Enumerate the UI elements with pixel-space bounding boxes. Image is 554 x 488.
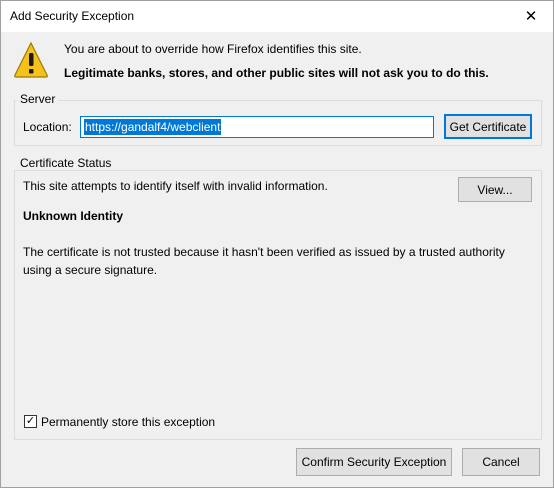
server-group-label: Server <box>17 92 59 106</box>
security-exception-dialog: Add Security Exception ✕ You are about t… <box>0 0 554 488</box>
close-button[interactable]: ✕ <box>509 1 553 31</box>
permanent-checkbox[interactable]: ✓ <box>24 415 37 428</box>
location-input[interactable]: https://gandalf4/webclient <box>80 116 434 138</box>
override-message: You are about to override how Firefox id… <box>64 42 362 56</box>
cancel-button[interactable]: Cancel <box>462 448 540 476</box>
location-label: Location: <box>23 120 72 134</box>
window-title: Add Security Exception <box>10 9 135 23</box>
permanent-checkbox-label[interactable]: Permanently store this exception <box>41 415 215 429</box>
check-icon: ✓ <box>25 415 36 427</box>
view-button[interactable]: View... <box>458 177 532 202</box>
get-certificate-button[interactable]: Get Certificate <box>444 114 532 139</box>
status-description: The certificate is not trusted because i… <box>23 245 505 277</box>
location-value: https://gandalf4/webclient <box>84 119 222 135</box>
warning-icon <box>14 41 48 78</box>
status-summary: This site attempts to identify itself wi… <box>23 179 328 193</box>
status-heading: Unknown Identity <box>23 209 123 223</box>
close-icon: ✕ <box>524 8 538 25</box>
confirm-exception-button[interactable]: Confirm Security Exception <box>296 448 452 476</box>
title-bar: Add Security Exception ✕ <box>1 1 553 32</box>
certificate-status-label: Certificate Status <box>17 156 115 170</box>
warning-message: Legitimate banks, stores, and other publ… <box>64 66 489 80</box>
